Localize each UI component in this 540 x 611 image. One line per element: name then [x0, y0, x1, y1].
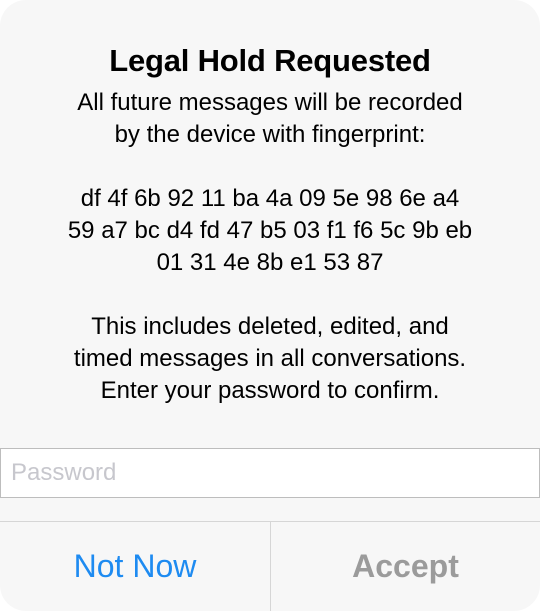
not-now-button[interactable]: Not Now: [0, 522, 270, 611]
legal-hold-alert: Legal Hold Requested All future messages…: [0, 0, 540, 611]
details-text: This includes deleted, edited, and timed…: [73, 313, 467, 404]
fingerprint-text: df 4f 6b 92 11 ba 4a 09 5e 98 6e a4 59 a…: [67, 185, 473, 276]
alert-title: Legal Hold Requested: [109, 43, 431, 78]
accept-button[interactable]: Accept: [271, 522, 540, 611]
alert-message: All future messages will be recorded by …: [0, 87, 540, 407]
password-input[interactable]: [0, 448, 540, 498]
intro-text: All future messages will be recorded by …: [77, 89, 463, 148]
